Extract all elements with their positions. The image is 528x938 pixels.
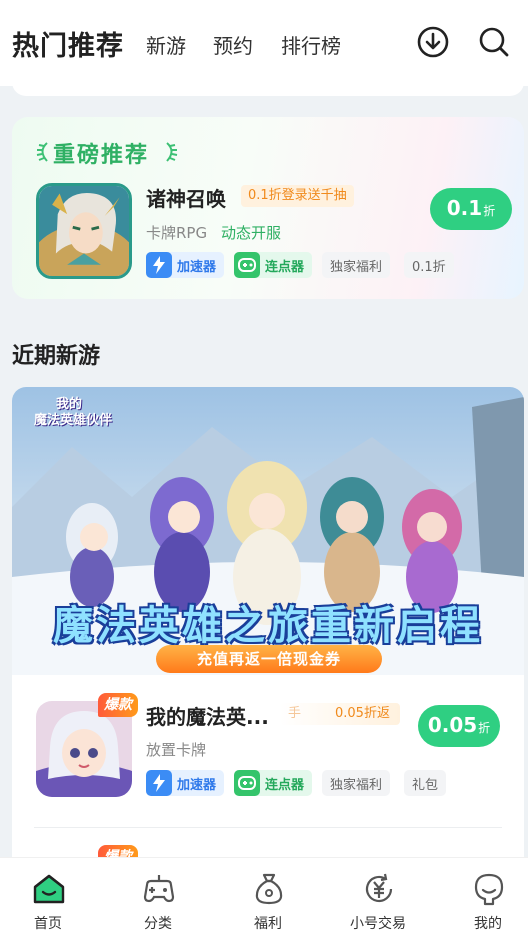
tab-benefits-label: 福利 <box>254 916 282 932</box>
list-divider <box>34 827 502 828</box>
clicker-chip: 连点器 <box>234 252 313 278</box>
tab-home-label: 首页 <box>34 916 62 932</box>
game-icon-zhushen[interactable] <box>36 183 132 279</box>
profile-icon <box>474 873 504 906</box>
tab-account-trade-label: 小号交易 <box>350 916 406 932</box>
game-name: 诸神召唤 <box>146 187 226 211</box>
new-game-card[interactable]: 我的 魔法英雄伙伴 魔法英雄之旅重新启程 充值再返一倍现金券 爆款 我的魔法英.… <box>12 387 524 857</box>
discount-value: 0.05 <box>427 713 478 737</box>
game-server-status: 动态开服 <box>221 224 282 242</box>
banner-game-logo: 我的 魔法英雄伙伴 <box>34 397 112 429</box>
tab-category[interactable]: 分类 <box>113 858 203 938</box>
featured-card[interactable]: 重磅推荐 诸神召唤 0.1折登录送千抽 卡牌RPG 动态开服 加速器 连点器 独… <box>12 117 524 299</box>
gift-pack-chip: 礼包 <box>404 770 447 796</box>
next-hot-badge: 爆款 <box>98 845 138 857</box>
recent-games-title: 近期新游 <box>12 344 101 369</box>
game-banner[interactable]: 我的 魔法英雄伙伴 魔法英雄之旅重新启程 充值再返一倍现金券 <box>12 387 524 675</box>
discount-chip: 0.1折 <box>404 252 454 278</box>
promo-prefix: 手 <box>288 706 302 721</box>
exclusive-benefit-chip: 独家福利 <box>322 770 391 796</box>
gamepad-icon <box>143 875 175 903</box>
money-bag-icon <box>255 873 283 905</box>
banner-ribbon: 充值再返一倍现金券 <box>156 645 382 673</box>
download-icon[interactable] <box>416 25 450 59</box>
tab-reservations[interactable]: 预约 <box>213 30 253 59</box>
clicker-label: 连点器 <box>265 259 305 275</box>
hot-badge: 爆款 <box>98 693 138 717</box>
tab-home[interactable]: 首页 <box>3 858 93 938</box>
game-category: 放置卡牌 <box>146 741 207 759</box>
search-icon[interactable] <box>477 25 511 59</box>
discount-unit: 折 <box>483 204 496 218</box>
lightning-icon <box>146 252 172 278</box>
promo-text: 0.05折返 <box>335 706 390 721</box>
accelerator-chip: 加速器 <box>146 770 225 796</box>
tab-profile[interactable]: 我的 <box>443 858 528 938</box>
promo-tag: 手 0.05折返 <box>280 703 400 725</box>
accelerator-chip: 加速器 <box>146 252 225 278</box>
tab-hot-recommend[interactable]: 热门推荐 <box>12 24 124 63</box>
tab-profile-label: 我的 <box>474 916 502 932</box>
promo-tag: 0.1折登录送千抽 <box>241 185 354 207</box>
clicker-icon <box>234 770 260 796</box>
trade-icon <box>365 873 393 903</box>
clicker-label: 连点器 <box>265 777 305 793</box>
home-icon <box>33 874 65 904</box>
banner-logo-line1: 我的 <box>56 397 83 412</box>
banner-headline: 魔法英雄之旅重新启程 <box>53 603 483 649</box>
tab-new-games[interactable]: 新游 <box>146 30 186 59</box>
game-name: 我的魔法英... <box>146 705 269 729</box>
clicker-icon <box>234 252 260 278</box>
previous-card-bottom <box>12 60 524 96</box>
discount-unit: 折 <box>478 721 491 735</box>
exclusive-benefit-chip: 独家福利 <box>322 252 391 278</box>
game-category: 卡牌RPG <box>146 224 208 242</box>
tab-category-label: 分类 <box>144 916 172 932</box>
discount-button[interactable]: 0.1 折 <box>430 188 512 230</box>
banner-logo-line2: 魔法英雄伙伴 <box>34 413 113 428</box>
bottom-tab-bar: 首页 分类 福利 小号交易 我的 <box>0 857 528 938</box>
accelerator-label: 加速器 <box>177 259 217 275</box>
accelerator-label: 加速器 <box>177 777 217 793</box>
lightning-icon <box>146 770 172 796</box>
tab-account-trade[interactable]: 小号交易 <box>333 858 423 938</box>
laurel-left-icon <box>36 142 48 162</box>
discount-button[interactable]: 0.05 折 <box>418 705 500 747</box>
clicker-chip: 连点器 <box>234 770 313 796</box>
featured-section-label: 重磅推荐 <box>53 143 150 168</box>
discount-value: 0.1 <box>446 196 483 220</box>
tab-benefits[interactable]: 福利 <box>223 858 313 938</box>
tab-rankings[interactable]: 排行榜 <box>281 30 341 59</box>
laurel-right-icon <box>166 142 178 162</box>
